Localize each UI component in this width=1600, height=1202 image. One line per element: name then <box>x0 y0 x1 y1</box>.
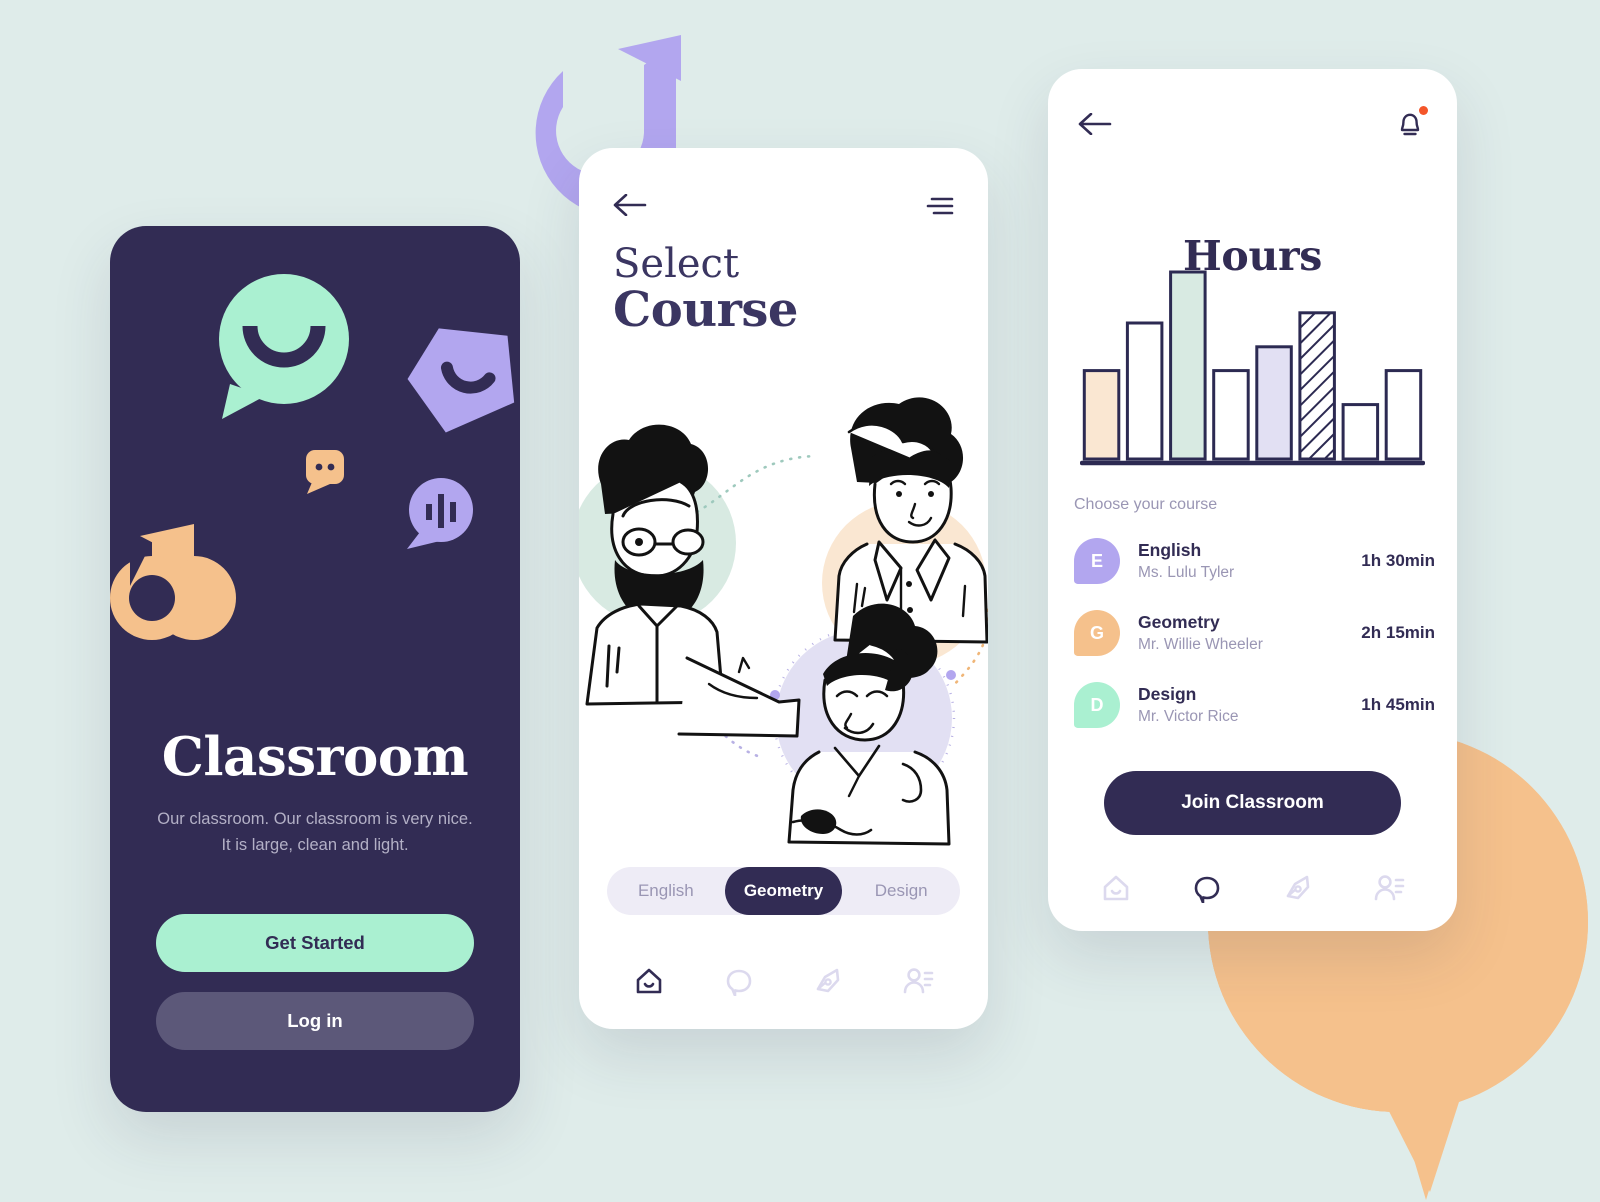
page-heading: Select Course <box>613 243 798 336</box>
course-meta: English Ms. Lulu Tyler <box>1138 540 1361 583</box>
avatar: E <box>1074 538 1120 584</box>
course-meta: Geometry Mr. Willie Wheeler <box>1138 612 1361 655</box>
subtitle-line-2: It is large, clean and light. <box>221 835 409 854</box>
tab-geometry[interactable]: Geometry <box>724 867 843 915</box>
bar-1 <box>1082 369 1121 461</box>
phone3-topbar <box>1078 106 1428 141</box>
nav-home-icon[interactable] <box>629 961 669 1001</box>
nav-profile-icon[interactable] <box>898 961 938 1001</box>
course-teacher: Mr. Victor Rice <box>1138 708 1239 726</box>
tab-design[interactable]: Design <box>842 867 960 915</box>
bar-6 <box>1298 311 1336 461</box>
course-row[interactable]: G Geometry Mr. Willie Wheeler 2h 15min <box>1074 597 1435 669</box>
course-row[interactable]: E English Ms. Lulu Tyler 1h 30min <box>1074 525 1435 597</box>
course-duration: 2h 15min <box>1361 623 1435 642</box>
notification-dot <box>1419 106 1428 115</box>
swirl-icon <box>110 524 236 640</box>
course-name: Design <box>1138 683 1197 704</box>
get-started-button[interactable]: Get Started <box>156 914 474 972</box>
heading-line-1: Select <box>613 241 740 287</box>
course-duration: 1h 45min <box>1361 695 1435 714</box>
avatar: G <box>1074 610 1120 656</box>
notification-bell[interactable] <box>1393 106 1428 141</box>
bar-3 <box>1169 270 1207 461</box>
bar-2 <box>1125 321 1164 461</box>
course-teacher: Mr. Willie Wheeler <box>1138 636 1263 654</box>
page-subtitle: Our classroom. Our classroom is very nic… <box>156 806 474 858</box>
nav-pen-icon[interactable] <box>808 961 848 1001</box>
course-teacher: Ms. Lulu Tyler <box>1138 564 1235 582</box>
onboarding-content: Classroom Our classroom. Our classroom i… <box>110 725 520 1112</box>
smile-pentagon-icon <box>407 328 515 433</box>
phone2-topbar <box>613 188 954 222</box>
nav-home-icon[interactable] <box>1096 868 1136 908</box>
phone2-bottom-nav <box>607 957 960 1005</box>
hours-bar-chart <box>1079 251 1426 481</box>
course-meta: Design Mr. Victor Rice <box>1138 684 1361 727</box>
bar-5 <box>1255 345 1293 461</box>
course-row[interactable]: D Design Mr. Victor Rice 1h 45min <box>1074 669 1435 741</box>
phone-screen-select-course: Select Course English Geometry Design <box>579 148 988 1029</box>
arrow-left-icon[interactable] <box>613 194 647 216</box>
subtitle-line-1: Our classroom. Our classroom is very nic… <box>157 809 473 828</box>
design-canvas: Classroom Our classroom. Our classroom i… <box>0 0 1600 1200</box>
menu-icon[interactable] <box>926 195 954 215</box>
nav-pen-icon[interactable] <box>1278 868 1318 908</box>
course-tabs[interactable]: English Geometry Design <box>607 867 960 915</box>
log-in-button[interactable]: Log in <box>156 992 474 1050</box>
bar-7 <box>1341 403 1380 461</box>
course-name: Geometry <box>1138 611 1220 632</box>
course-list: E English Ms. Lulu Tyler 1h 30min G Geometry M… <box>1074 525 1435 741</box>
join-classroom-button[interactable]: Join Classroom <box>1104 771 1401 835</box>
dots-bubble-icon <box>306 450 344 494</box>
illustration-person-left <box>585 424 801 738</box>
avatar: D <box>1074 682 1120 728</box>
nav-chat-icon[interactable] <box>1187 868 1227 908</box>
nav-profile-icon[interactable] <box>1369 868 1409 908</box>
phone-screen-hours: Hours Choose your course E English Ms. Lul… <box>1048 69 1457 931</box>
bar-chart-svg <box>1079 270 1426 466</box>
choose-course-label: Choose your course <box>1074 496 1218 513</box>
tab-english[interactable]: English <box>607 867 725 915</box>
course-illustration <box>579 328 988 858</box>
equalizer-bubble-icon <box>407 478 473 549</box>
arrow-left-icon[interactable] <box>1078 113 1112 135</box>
smile-bubble-icon <box>219 274 349 419</box>
bar-4 <box>1212 369 1250 461</box>
course-duration: 1h 30min <box>1361 551 1435 570</box>
page-title: Classroom <box>161 725 469 788</box>
phone-screen-onboarding: Classroom Our classroom. Our classroom i… <box>110 226 520 1112</box>
nav-chat-icon[interactable] <box>719 961 759 1001</box>
bar-8 <box>1384 369 1423 461</box>
phone3-bottom-nav <box>1076 865 1429 911</box>
course-name: English <box>1138 539 1202 560</box>
